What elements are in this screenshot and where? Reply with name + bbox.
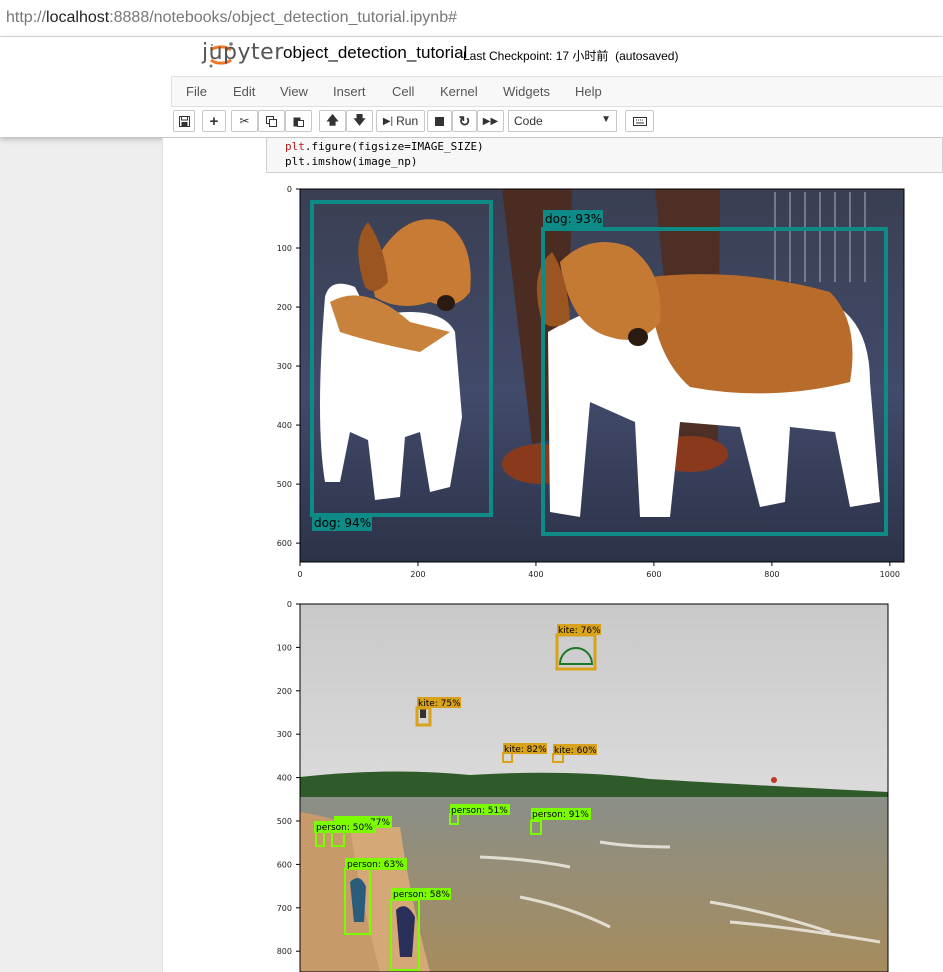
plot1-y-ticks: 0 100 200 300 400 500 600 <box>277 185 300 548</box>
plot1-y-tick-label: 500 <box>277 480 292 489</box>
plot1-y-tick-label: 600 <box>277 539 292 548</box>
restart-button[interactable]: ↻ <box>452 110 477 132</box>
keyboard-icon <box>632 116 647 126</box>
command-palette-button[interactable] <box>625 110 654 132</box>
menu-insert[interactable]: Insert <box>333 84 366 99</box>
autosave-status: (autosaved) <box>615 49 679 63</box>
plot1-y-tick-label: 100 <box>277 244 292 253</box>
plot1-y-tick-label: 200 <box>277 303 292 312</box>
plot2-y-tick-label: 300 <box>277 730 292 739</box>
plot1-y-tick-label: 400 <box>277 421 292 430</box>
refresh-icon: ↻ <box>458 112 471 129</box>
browser-url-bar[interactable]: http://localhost:8888/notebooks/object_d… <box>0 0 943 37</box>
detection-label-person-6: person: 58% <box>393 890 450 900</box>
menu-widgets[interactable]: Widgets <box>503 84 550 99</box>
interrupt-button[interactable] <box>427 110 452 132</box>
save-icon <box>178 115 190 127</box>
plot2-y-tick-label: 500 <box>277 817 292 826</box>
plot1-y-tick-label: 300 <box>277 362 292 371</box>
detection-label-person-2: person: 91% <box>532 810 589 820</box>
menu-view[interactable]: View <box>280 84 308 99</box>
plot1-x-tick-label: 800 <box>764 570 779 579</box>
notebook-name[interactable]: object_detection_tutorial <box>283 43 467 63</box>
detection-label-kite-1: kite: 76% <box>558 626 601 636</box>
plot1-x-tick-label: 1000 <box>880 570 900 579</box>
checkpoint-time: 17 小时前 <box>555 49 609 63</box>
arrow-down-icon: 🡇 <box>353 112 366 127</box>
plot2-y-ticks: 0 100 200 300 400 500 600 700 800 <box>277 600 300 956</box>
dropdown-arrow-icon: ▼ <box>601 114 611 125</box>
dog-photo <box>300 189 904 562</box>
menu-help[interactable]: Help <box>575 84 602 99</box>
menu-file[interactable]: File <box>186 84 207 99</box>
plot2-y-tick-label: 100 <box>277 643 292 652</box>
plus-icon: + <box>209 112 219 130</box>
detection-label-kite-2: kite: 75% <box>418 699 461 709</box>
arrow-up-icon: 🡅 <box>326 112 339 127</box>
plot-beach: 0 100 200 300 400 500 600 700 800 kite: 76% kite… <box>277 600 889 972</box>
copy-button[interactable] <box>258 110 285 132</box>
url-text[interactable]: http://localhost:8888/notebooks/object_d… <box>6 9 457 27</box>
detection-label-dog-1: dog: 94% <box>314 516 371 530</box>
save-button[interactable] <box>173 110 195 132</box>
paste-button[interactable] <box>285 110 312 132</box>
detection-label-kite-3: kite: 82% <box>504 745 547 755</box>
paste-icon <box>293 117 304 127</box>
scissors-icon: ✂ <box>239 114 250 128</box>
plot1-x-tick-label: 600 <box>646 570 661 579</box>
plot2-y-tick-label: 400 <box>277 774 292 783</box>
url-path: :8888/notebooks/object_detection_tutoria… <box>109 9 457 26</box>
stop-icon <box>435 116 444 126</box>
detection-label-person-3: person: 50% <box>316 823 373 833</box>
menu-bar: File Edit View Insert Cell Kernel Widget… <box>171 76 943 107</box>
step-forward-icon: ▶| <box>382 115 394 127</box>
code-cell-input[interactable]: plt.figure(figsize=IMAGE_SIZE) plt.imsho… <box>266 138 943 173</box>
detection-label-person-5: person: 63% <box>347 860 404 870</box>
cell-type-value: Code <box>514 114 543 128</box>
plot1-x-ticks: 0 200 400 600 800 1000 <box>297 562 900 579</box>
url-host: localhost <box>46 9 110 26</box>
cut-button[interactable]: ✂ <box>231 110 258 132</box>
copy-icon <box>266 115 277 127</box>
code-line-1: plt.figure(figsize=IMAGE_SIZE) <box>285 140 484 153</box>
move-down-button[interactable]: 🡇 <box>346 110 373 132</box>
menu-cell[interactable]: Cell <box>392 84 414 99</box>
run-label: Run <box>396 114 419 128</box>
menu-edit[interactable]: Edit <box>233 84 255 99</box>
detection-label-dog-2: dog: 93% <box>545 212 602 226</box>
fast-forward-icon: ▶▶ <box>482 115 499 127</box>
checkpoint-status: Last Checkpoint: 17 小时前 (autosaved) <box>463 47 678 64</box>
plot1-x-tick-label: 200 <box>410 570 425 579</box>
jupyter-logo-text[interactable]: jupyter <box>202 40 284 65</box>
code-line-2: plt.imshow(image_np) <box>285 155 418 168</box>
checkpoint-label: Last Checkpoint: <box>463 49 553 63</box>
plot-dogs: 0 100 200 300 400 500 600 0 200 400 600 800 1000 do… <box>277 185 905 579</box>
plot2-y-tick-label: 800 <box>277 947 292 956</box>
cell-type-select[interactable]: Code ▼ <box>508 110 617 132</box>
url-prefix: http:// <box>6 9 47 26</box>
move-up-button[interactable]: 🡅 <box>319 110 346 132</box>
plot1-y-tick-label: 0 <box>287 185 292 194</box>
run-button[interactable]: ▶| Run <box>376 110 425 132</box>
insert-cell-button[interactable]: + <box>202 110 226 132</box>
menu-kernel[interactable]: Kernel <box>440 84 478 99</box>
plot1-x-tick-label: 0 <box>297 570 302 579</box>
detection-label-person-1: person: 51% <box>451 806 508 816</box>
plot2-y-tick-label: 200 <box>277 687 292 696</box>
plot2-y-tick-label: 0 <box>287 600 292 609</box>
detection-label-kite-4: kite: 60% <box>554 746 597 756</box>
run-all-button[interactable]: ▶▶ <box>477 110 504 132</box>
plot2-y-tick-label: 700 <box>277 904 292 913</box>
plot1-x-tick-label: 400 <box>528 570 543 579</box>
plot2-y-tick-label: 600 <box>277 860 292 869</box>
